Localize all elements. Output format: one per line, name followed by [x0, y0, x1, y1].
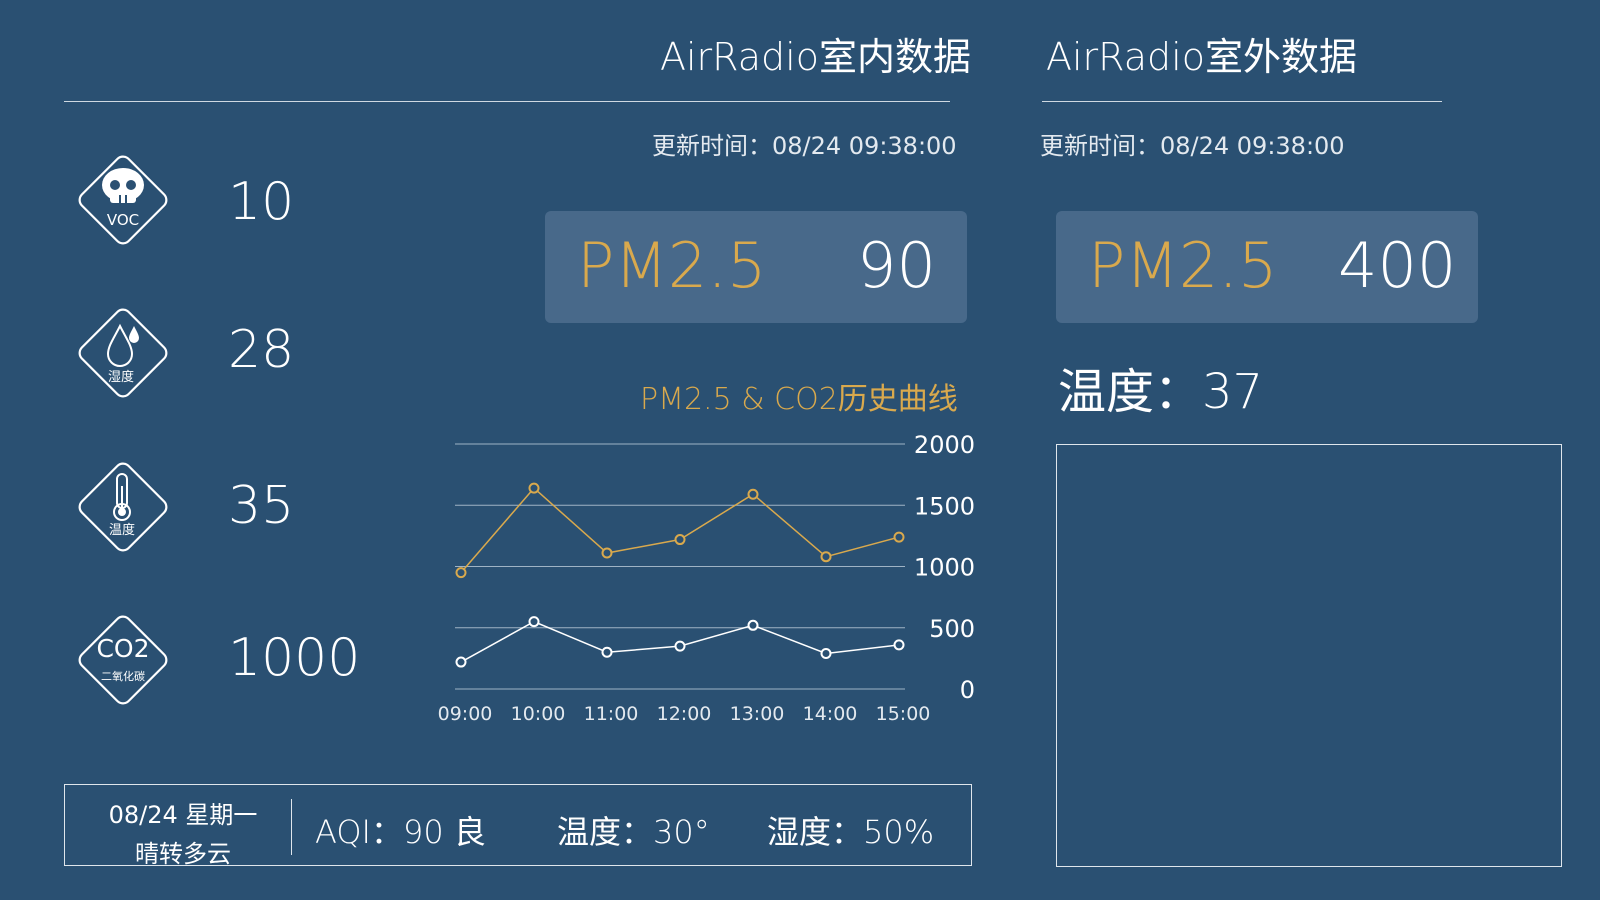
data-point	[820, 647, 832, 659]
data-point	[747, 488, 759, 500]
humidity-label: 湿度	[108, 369, 134, 385]
weather-date: 08/24 星期一	[108, 801, 258, 829]
data-point	[893, 531, 905, 543]
co2-icon: CO2 二氧化碳	[78, 615, 168, 705]
co2-label: CO2	[96, 634, 149, 663]
x-tick-label: 09:00	[438, 703, 493, 725]
humidity-value: 28	[228, 320, 295, 380]
voc-value: 10	[228, 172, 295, 232]
temperature-value: 35	[228, 476, 295, 536]
co2-sensor: CO2 二氧化碳	[68, 605, 178, 719]
weather-divider	[291, 799, 292, 855]
indoor-pm25-label: PM2.5	[577, 229, 767, 302]
outdoor-title: AirRadio室外数据	[1046, 35, 1357, 79]
skull-voc-icon: VOC	[78, 155, 168, 245]
x-tick-label: 12:00	[657, 703, 712, 725]
pm25-co2-history-chart: 0 500 1000 1500 2000 09:00 10:00 11:00 12:00 13:0…	[438, 431, 975, 725]
voc-label: VOC	[107, 211, 139, 229]
indoor-pm25-value: 90	[857, 229, 936, 302]
weather-aqi: AQI：90 良	[315, 813, 486, 851]
data-point	[674, 640, 686, 652]
co2-value: 1000	[228, 628, 361, 688]
x-tick-label: 11:00	[584, 703, 639, 725]
x-tick-label: 13:00	[730, 703, 785, 725]
data-point	[455, 567, 467, 579]
weather-humidity: 湿度：50%	[767, 813, 935, 851]
voc-sensor: VOC	[68, 145, 178, 259]
data-point	[820, 551, 832, 563]
chart-title: PM2.5 & CO2历史曲线	[640, 382, 958, 417]
data-point	[455, 656, 467, 668]
y-tick-label: 1000	[914, 554, 975, 582]
x-tick-label: 14:00	[803, 703, 858, 725]
indoor-divider	[64, 101, 950, 102]
data-point	[893, 639, 905, 651]
series-line	[460, 487, 900, 574]
outdoor-update-time: 更新时间：08/24 09:38:00	[1040, 132, 1345, 160]
outdoor-pm25-label: PM2.5	[1088, 229, 1278, 302]
weather-date-block: 08/24 星期一 晴转多云	[83, 795, 283, 869]
indoor-title: AirRadio室内数据	[660, 35, 971, 79]
y-tick-label: 1500	[914, 492, 975, 520]
x-tick-label: 10:00	[511, 703, 566, 725]
outdoor-chart-panel	[1056, 444, 1562, 867]
weather-condition: 晴转多云	[135, 840, 231, 868]
y-tick-label: 0	[960, 676, 975, 704]
data-point	[601, 646, 613, 658]
outdoor-pm25-box: PM2.5 400	[1056, 211, 1478, 323]
temperature-sensor: 温度	[68, 452, 178, 566]
data-point	[747, 619, 759, 631]
indoor-pm25-box: PM2.5 90	[545, 211, 967, 323]
data-point	[674, 534, 686, 546]
co2-sublabel: 二氧化碳	[101, 669, 145, 683]
droplet-humidity-icon: 湿度	[78, 308, 168, 398]
y-tick-label: 2000	[914, 431, 975, 459]
data-point	[528, 616, 540, 628]
outdoor-temperature: 温度：37	[1058, 364, 1264, 420]
data-point	[601, 547, 613, 559]
outdoor-divider	[1042, 101, 1442, 102]
temperature-label: 温度	[109, 522, 135, 538]
y-tick-label: 500	[929, 615, 975, 643]
data-point	[528, 482, 540, 494]
weather-temperature: 温度：30°	[557, 813, 710, 851]
x-tick-label: 15:00	[876, 703, 931, 725]
weather-bar: 08/24 星期一 晴转多云 AQI：90 良 温度：30° 湿度：50%	[64, 784, 972, 869]
indoor-update-time: 更新时间：08/24 09:38:00	[652, 132, 957, 160]
humidity-sensor: 湿度	[68, 298, 178, 412]
thermometer-temperature-icon: 温度	[78, 462, 168, 552]
outdoor-pm25-value: 400	[1338, 229, 1457, 302]
